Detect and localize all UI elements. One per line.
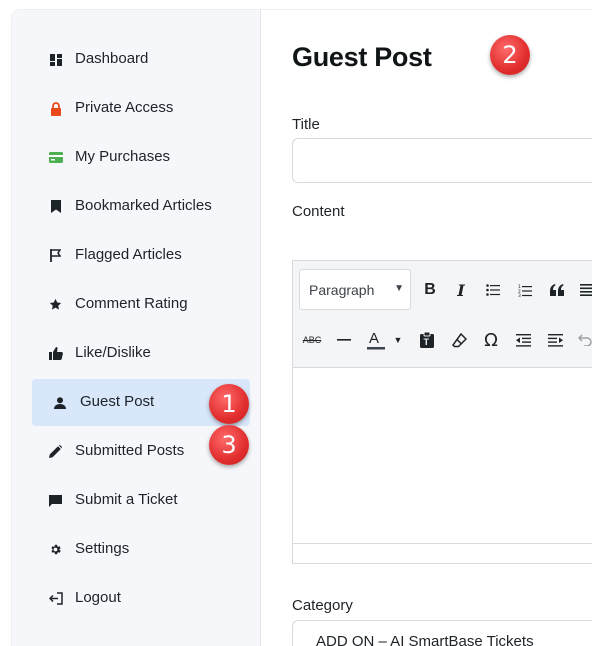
category-select[interactable]: ADD ON – AI SmartBase Tickets [292,620,592,646]
content-editor: Paragraph ▼ B I 123 ABC A ▼ T Ω [292,260,592,564]
sidebar-item-label: Settings [75,540,130,557]
sidebar-item-dashboard[interactable]: Dashboard [32,36,250,83]
user-icon [52,395,67,410]
chat-bubble-icon [48,493,63,508]
sidebar-item-label: Bookmarked Articles [75,197,212,214]
sidebar-item-submit-a-ticket[interactable]: Submit a Ticket [32,477,250,524]
bold-icon[interactable]: B [417,277,443,303]
lock-icon [48,101,63,116]
italic-icon[interactable]: I [448,277,474,303]
format-select-value: Paragraph [309,282,375,298]
svg-text:A: A [369,330,379,347]
editor-statusbar [293,543,592,563]
svg-text:T: T [424,337,430,347]
main-content: Guest Post Title Content Paragraph ▼ B I… [262,10,592,646]
category-label: Category [292,597,353,614]
sidebar-item-bookmarked-articles[interactable]: Bookmarked Articles [32,183,250,230]
sidebar-item-private-access[interactable]: Private Access [32,85,250,132]
paste-as-text-icon[interactable]: T [414,327,440,353]
gear-icon [48,542,63,557]
bulleted-list-icon[interactable] [480,277,506,303]
blockquote-icon[interactable] [544,277,570,303]
chevron-down-icon: ▼ [394,283,404,294]
title-input[interactable] [292,138,592,183]
annotation-badge-2: 2 [490,35,530,75]
strikethrough-icon[interactable]: ABC [299,327,325,353]
clear-formatting-icon[interactable] [446,327,472,353]
sidebar-item-label: Logout [75,589,121,606]
sidebar: Dashboard Private Access My Purchases Bo… [12,10,261,646]
star-icon [48,297,63,312]
bookmark-icon [48,199,63,214]
sidebar-item-flagged-articles[interactable]: Flagged Articles [32,232,250,279]
editor-toolbar: Paragraph ▼ B I 123 ABC A ▼ T Ω [293,261,592,368]
category-select-value: ADD ON – AI SmartBase Tickets [316,633,534,646]
page-title: Guest Post [292,42,432,72]
sidebar-item-like-dislike[interactable]: Like/Dislike [32,330,250,377]
sidebar-item-label: Guest Post [80,393,155,410]
undo-icon[interactable] [572,327,592,353]
title-label: Title [292,116,320,133]
indent-icon[interactable] [542,327,568,353]
sidebar-item-label: Submitted Posts [75,442,185,459]
sidebar-item-label: Private Access [75,99,174,116]
sidebar-item-my-purchases[interactable]: My Purchases [32,134,250,181]
align-icon[interactable] [574,277,592,303]
annotation-badge-3: 3 [209,425,249,465]
sidebar-item-label: Comment Rating [75,295,188,312]
logout-icon [48,591,63,606]
sidebar-item-label: Flagged Articles [75,246,182,263]
horizontal-line-icon[interactable] [331,327,357,353]
sidebar-item-comment-rating[interactable]: Comment Rating [32,281,250,328]
content-label: Content [292,203,345,220]
format-select[interactable]: Paragraph ▼ [299,269,411,310]
sidebar-item-label: Dashboard [75,50,149,67]
sidebar-item-label: My Purchases [75,148,171,165]
thumbs-up-icon [48,346,63,361]
dashboard-icon [48,52,63,67]
outdent-icon[interactable] [510,327,536,353]
sidebar-item-label: Submit a Ticket [75,491,178,508]
numbered-list-icon[interactable]: 123 [512,277,538,303]
special-character-icon[interactable]: Ω [478,327,504,353]
sidebar-item-settings[interactable]: Settings [32,526,250,573]
pencil-icon [48,444,63,459]
sidebar-item-label: Like/Dislike [75,344,151,361]
chevron-down-icon[interactable]: ▼ [385,327,411,353]
credit-card-icon [48,150,63,165]
sidebar-item-logout[interactable]: Logout [32,575,250,622]
annotation-badge-1: 1 [209,384,249,424]
app-frame: Dashboard Private Access My Purchases Bo… [12,10,592,646]
svg-text:3: 3 [518,293,521,297]
flag-icon [48,248,63,263]
